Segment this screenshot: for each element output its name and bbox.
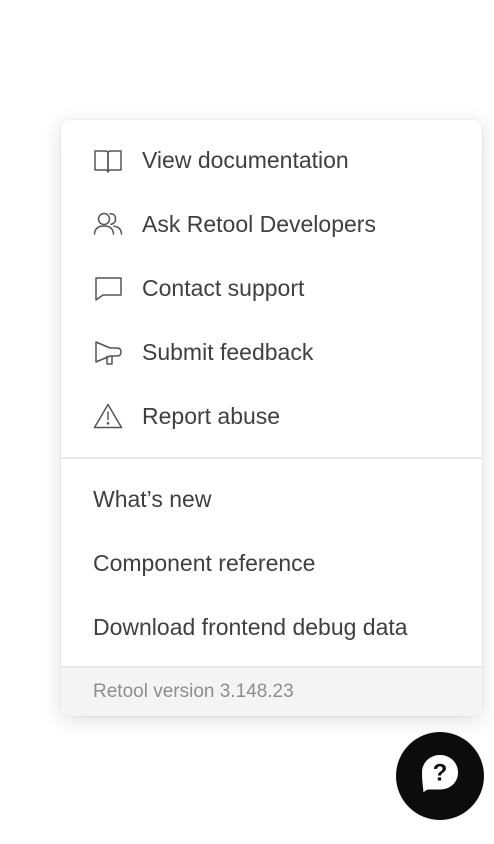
book-icon <box>93 146 125 174</box>
menu-item-label: What’s new <box>93 485 212 512</box>
menu-item-label: Component reference <box>93 549 316 576</box>
help-menu: View documentation Ask Retool Developers… <box>61 120 482 716</box>
menu-item-label: Submit feedback <box>142 338 314 365</box>
help-menu-secondary-group: What’s new Component reference Download … <box>61 459 482 659</box>
warning-icon <box>93 402 125 430</box>
menu-item-download-debug-data[interactable]: Download frontend debug data <box>61 595 482 659</box>
help-chat-icon: ? <box>418 752 462 801</box>
menu-item-label: Ask Retool Developers <box>142 210 376 237</box>
help-menu-primary-group: View documentation Ask Retool Developers… <box>61 120 482 448</box>
menu-item-ask-retool-developers[interactable]: Ask Retool Developers <box>61 192 482 256</box>
menu-item-label: Download frontend debug data <box>93 613 408 640</box>
menu-item-whats-new[interactable]: What’s new <box>61 467 482 531</box>
menu-item-report-abuse[interactable]: Report abuse <box>61 384 482 448</box>
svg-text:?: ? <box>433 759 448 786</box>
menu-item-label: Contact support <box>142 274 305 301</box>
page: View documentation Ask Retool Developers… <box>0 0 494 844</box>
menu-item-contact-support[interactable]: Contact support <box>61 256 482 320</box>
users-icon <box>93 210 125 238</box>
menu-item-label: Report abuse <box>142 402 281 429</box>
version-footer: Retool version 3.148.23 <box>61 666 482 716</box>
menu-item-label: View documentation <box>142 146 349 173</box>
megaphone-icon <box>93 338 125 366</box>
menu-item-component-reference[interactable]: Component reference <box>61 531 482 595</box>
menu-item-submit-feedback[interactable]: Submit feedback <box>61 320 482 384</box>
menu-item-view-documentation[interactable]: View documentation <box>61 128 482 192</box>
help-button[interactable]: ? <box>396 732 484 820</box>
message-icon <box>93 274 125 302</box>
